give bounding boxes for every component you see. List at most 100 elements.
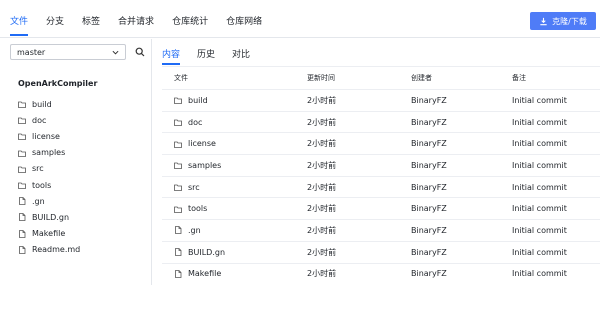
cell-file: .gn xyxy=(162,226,307,235)
top-nav: 文件 分支 标签 合并请求 仓库统计 仓库网络 克隆/下载 xyxy=(0,0,600,38)
cell-note[interactable]: Initial commit xyxy=(512,269,600,278)
tree-item[interactable]: Readme.md xyxy=(18,242,148,258)
chevron-down-icon xyxy=(112,50,119,55)
table-row[interactable]: doc 2小时前 BinaryFZ Initial commit xyxy=(162,110,600,133)
subtab-content[interactable]: 内容 xyxy=(162,47,181,65)
table-row[interactable]: src 2小时前 BinaryFZ Initial commit xyxy=(162,175,600,198)
cell-author[interactable]: BinaryFZ xyxy=(411,248,512,257)
tree-item[interactable]: tools xyxy=(18,177,148,193)
cell-file: tools xyxy=(162,204,307,213)
folder-icon xyxy=(18,166,26,173)
cell-updated: 2小时前 xyxy=(307,269,337,279)
cell-author[interactable]: BinaryFZ xyxy=(411,161,512,170)
file-icon xyxy=(175,248,182,257)
search-icon[interactable] xyxy=(135,47,145,57)
file-name-link[interactable]: src xyxy=(188,183,200,192)
tree-item[interactable]: license xyxy=(18,128,148,144)
file-name-link[interactable]: .gn xyxy=(188,226,201,235)
table-row[interactable]: .gn 2小时前 BinaryFZ Initial commit xyxy=(162,219,600,241)
content-subtabs: 内容 历史 对比 xyxy=(162,47,250,65)
folder-icon xyxy=(174,97,182,105)
table-row[interactable]: tools 2小时前 BinaryFZ Initial commit xyxy=(162,197,600,219)
cell-author[interactable]: BinaryFZ xyxy=(411,226,512,235)
folder-icon xyxy=(18,134,26,141)
folder-icon xyxy=(18,182,26,189)
cell-note[interactable]: Initial commit xyxy=(512,161,600,170)
download-icon xyxy=(540,17,547,25)
tree-item[interactable]: BUILD.gn xyxy=(18,209,148,225)
file-name-link[interactable]: tools xyxy=(188,204,207,213)
tree-item[interactable]: samples xyxy=(18,145,148,161)
file-name-link[interactable]: samples xyxy=(188,161,221,170)
cell-author[interactable]: BinaryFZ xyxy=(411,183,512,192)
cell-file: Makefile xyxy=(162,269,307,278)
branch-select[interactable]: master xyxy=(10,44,126,60)
cell-author[interactable]: BinaryFZ xyxy=(411,269,512,278)
file-icon xyxy=(19,229,26,238)
cell-updated: 2小时前 xyxy=(307,139,337,149)
header-author: 创建者 xyxy=(411,74,432,82)
file-name-link[interactable]: license xyxy=(188,139,216,148)
cell-updated: 2小时前 xyxy=(307,225,337,235)
table-row[interactable]: samples 2小时前 BinaryFZ Initial commit xyxy=(162,154,600,176)
cell-file: license xyxy=(162,139,307,148)
tab-tags[interactable]: 标签 xyxy=(82,14,100,36)
tab-repo-stats[interactable]: 仓库统计 xyxy=(172,14,208,36)
cell-file: doc xyxy=(162,118,307,127)
header-note: 备注 xyxy=(512,74,526,82)
table-row[interactable]: BUILD.gn 2小时前 BinaryFZ Initial commit xyxy=(162,240,600,263)
main-content: 内容 历史 对比 文件 更新时间 创建者 备注 build 2小时前 BinaryF… xyxy=(152,39,600,309)
tree-item-label: doc xyxy=(32,115,47,125)
table-row[interactable]: license 2小时前 BinaryFZ Initial commit xyxy=(162,132,600,154)
tree-item-label: src xyxy=(32,164,44,174)
header-updated: 更新时间 xyxy=(307,74,335,82)
cell-file: build xyxy=(162,96,307,105)
clone-download-button[interactable]: 克隆/下载 xyxy=(530,12,596,30)
folder-icon xyxy=(18,150,26,157)
cell-note[interactable]: Initial commit xyxy=(512,118,600,127)
file-icon xyxy=(19,197,26,206)
tree-item-label: license xyxy=(32,131,60,141)
subtab-compare[interactable]: 对比 xyxy=(232,47,250,65)
cell-note[interactable]: Initial commit xyxy=(512,183,600,192)
table-row[interactable]: Makefile 2小时前 BinaryFZ Initial commit xyxy=(162,262,600,285)
folder-icon xyxy=(174,119,182,126)
table-row[interactable]: build 2小时前 BinaryFZ Initial commit xyxy=(162,89,600,111)
cell-updated: 2小时前 xyxy=(307,160,337,170)
tree-item-label: build xyxy=(32,99,52,109)
cell-author[interactable]: BinaryFZ xyxy=(411,139,512,148)
file-icon xyxy=(19,213,26,222)
tree-item[interactable]: doc xyxy=(18,112,148,128)
cell-author[interactable]: BinaryFZ xyxy=(411,204,512,213)
cell-updated: 2小时前 xyxy=(307,182,337,192)
tree-item[interactable]: src xyxy=(18,161,148,177)
file-name-link[interactable]: build xyxy=(188,96,208,105)
tree-item[interactable]: .gn xyxy=(18,193,148,209)
tab-repo-network[interactable]: 仓库网络 xyxy=(226,14,262,36)
cell-note[interactable]: Initial commit xyxy=(512,96,600,105)
tree-item-label: Makefile xyxy=(32,229,66,239)
subtab-history[interactable]: 历史 xyxy=(197,47,215,65)
cell-note[interactable]: Initial commit xyxy=(512,226,600,235)
tab-pull-requests[interactable]: 合并请求 xyxy=(118,14,154,36)
tree-item-label: BUILD.gn xyxy=(32,212,70,222)
repo-tabs: 文件 分支 标签 合并请求 仓库统计 仓库网络 xyxy=(10,14,262,36)
clone-download-label: 克隆/下载 xyxy=(552,16,587,26)
tree-item-label: tools xyxy=(32,180,52,190)
cell-author[interactable]: BinaryFZ xyxy=(411,96,512,105)
file-name-link[interactable]: doc xyxy=(188,118,202,127)
tab-branches[interactable]: 分支 xyxy=(46,14,64,36)
file-icon xyxy=(175,269,182,278)
cell-note[interactable]: Initial commit xyxy=(512,248,600,257)
cell-note[interactable]: Initial commit xyxy=(512,139,600,148)
cell-author[interactable]: BinaryFZ xyxy=(411,118,512,127)
tree-item-label: .gn xyxy=(32,196,45,206)
file-name-link[interactable]: BUILD.gn xyxy=(188,248,225,257)
cell-note[interactable]: Initial commit xyxy=(512,204,600,213)
cell-file: BUILD.gn xyxy=(162,248,307,257)
tree-item[interactable]: Makefile xyxy=(18,226,148,242)
file-tree: build doc license samples src tools .gn BUILD.g… xyxy=(18,96,148,258)
tab-files[interactable]: 文件 xyxy=(10,14,29,36)
tree-item[interactable]: build xyxy=(18,96,148,112)
file-name-link[interactable]: Makefile xyxy=(188,269,221,278)
